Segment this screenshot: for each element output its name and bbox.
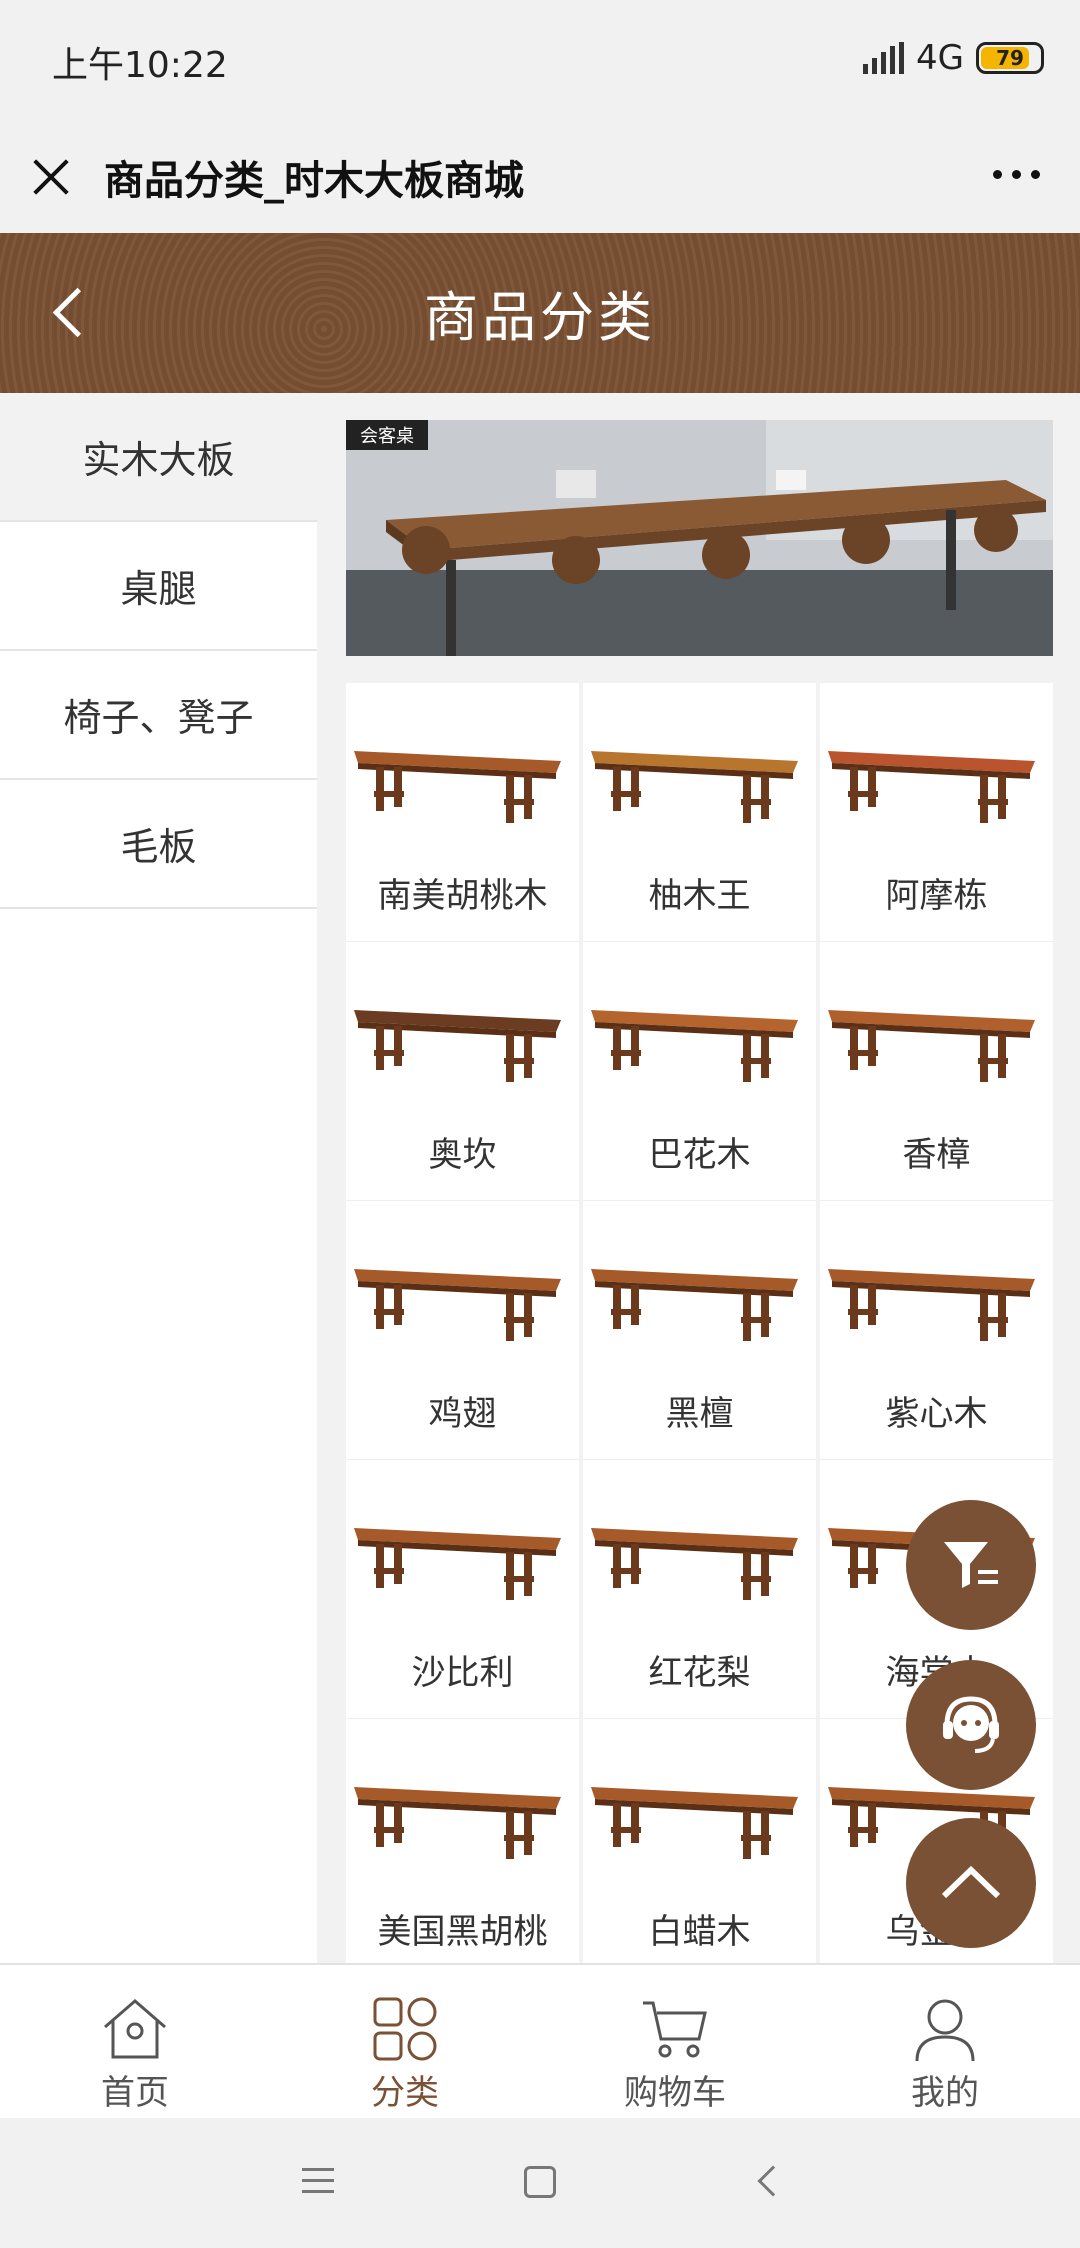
category-sidebar: 实木大板 桌腿 椅子、凳子 毛板	[0, 393, 317, 1963]
product-label: 沙比利	[411, 1653, 514, 1693]
product-label: 巴花木	[648, 1135, 751, 1175]
product-item[interactable]: 巴花木	[583, 942, 816, 1201]
battery-icon: 79	[976, 42, 1044, 74]
product-item[interactable]: 南美胡桃木	[346, 683, 579, 942]
sidebar-item-solid-wood-slab[interactable]: 实木大板	[0, 393, 317, 522]
signal-icon	[863, 42, 905, 74]
product-item[interactable]: 白蜡木	[583, 1719, 816, 1963]
home-square-icon[interactable]	[524, 2166, 556, 2198]
product-label: 柚木王	[648, 876, 751, 916]
user-icon	[915, 1999, 975, 2062]
more-options-icon[interactable]	[993, 170, 1040, 179]
nav-profile-label: 我的	[911, 2073, 979, 2113]
product-label: 奥坎	[428, 1135, 497, 1175]
wood-table-image	[828, 751, 1035, 823]
product-label: 红花梨	[648, 1653, 751, 1693]
product-item[interactable]: 阿摩栋	[820, 683, 1053, 942]
wood-table-image	[354, 751, 561, 823]
banner-tag: 会客桌	[346, 420, 428, 450]
product-label: 阿摩栋	[885, 876, 988, 916]
nav-profile[interactable]: 我的	[810, 1965, 1080, 2118]
status-time: 上午10:22	[52, 45, 228, 86]
product-item[interactable]: 鸡翅	[346, 1201, 579, 1460]
back-to-top-button[interactable]	[906, 1818, 1036, 1948]
status-icons: 4G 79	[863, 36, 1044, 80]
nav-cart[interactable]: 购物车	[540, 1965, 810, 2118]
nav-home-label: 首页	[101, 2073, 169, 2113]
product-label: 美国黑胡桃	[377, 1912, 548, 1952]
product-label: 紫心木	[885, 1394, 988, 1434]
category-banner[interactable]: 会客桌	[346, 420, 1053, 656]
battery-level: 79	[996, 46, 1024, 70]
sidebar-item-rough-boards[interactable]: 毛板	[0, 780, 317, 909]
product-item[interactable]: 奥坎	[346, 942, 579, 1201]
headset-icon	[943, 1696, 999, 1753]
sidebar-item-chairs-stools[interactable]: 椅子、凳子	[0, 651, 317, 780]
wood-table-image	[591, 1787, 798, 1859]
header-title: 商品分类	[424, 286, 656, 349]
wood-table-image	[591, 1010, 798, 1082]
chevron-up-icon	[941, 1865, 1001, 1899]
sidebar-item-table-legs[interactable]: 桌腿	[0, 522, 317, 651]
menu-icon[interactable]	[302, 2168, 334, 2196]
network-type: 4G	[916, 38, 964, 78]
bottom-nav: 首页 分类 购物车 我的	[0, 1963, 1080, 2118]
system-nav-bar	[0, 2118, 1080, 2248]
product-label: 鸡翅	[428, 1394, 497, 1434]
wood-table-image	[591, 1269, 798, 1341]
cart-icon	[643, 2001, 707, 2058]
product-label: 白蜡木	[648, 1912, 751, 1952]
product-label: 黑檀	[665, 1394, 734, 1434]
product-item[interactable]: 柚木王	[583, 683, 816, 942]
product-item[interactable]: 美国黑胡桃	[346, 1719, 579, 1963]
wood-table-image	[354, 1269, 561, 1341]
nav-category[interactable]: 分类	[270, 1965, 540, 2118]
wood-table-image	[354, 1010, 561, 1082]
product-item[interactable]: 黑檀	[583, 1201, 816, 1460]
customer-service-button[interactable]	[906, 1660, 1036, 1790]
home-icon	[104, 1999, 166, 2059]
product-item[interactable]: 香樟	[820, 942, 1053, 1201]
conference-table-image	[346, 420, 1053, 656]
category-header: 商品分类	[0, 233, 1080, 393]
nav-category-label: 分类	[371, 2073, 439, 2113]
filter-icon	[944, 1542, 998, 1588]
nav-home[interactable]: 首页	[0, 1965, 270, 2118]
wood-table-image	[828, 1010, 1035, 1082]
category-icon	[373, 1997, 437, 2061]
wood-table-image	[591, 751, 798, 823]
system-back-icon[interactable]	[757, 2165, 789, 2197]
wood-table-image	[354, 1787, 561, 1859]
close-icon[interactable]	[26, 152, 76, 202]
wood-table-image	[828, 1269, 1035, 1341]
page-title: 商品分类_时木大板商城	[104, 158, 524, 204]
product-label: 香樟	[902, 1135, 971, 1175]
webview-title-bar: 商品分类_时木大板商城	[0, 118, 1080, 233]
nav-cart-label: 购物车	[624, 2073, 726, 2113]
filter-button[interactable]	[906, 1500, 1036, 1630]
product-item[interactable]: 紫心木	[820, 1201, 1053, 1460]
product-item[interactable]: 沙比利	[346, 1460, 579, 1719]
wood-table-image	[591, 1528, 798, 1600]
status-bar: 上午10:22 4G 79	[0, 0, 1080, 118]
wood-table-image	[354, 1528, 561, 1600]
product-item[interactable]: 红花梨	[583, 1460, 816, 1719]
product-label: 南美胡桃木	[377, 876, 548, 916]
